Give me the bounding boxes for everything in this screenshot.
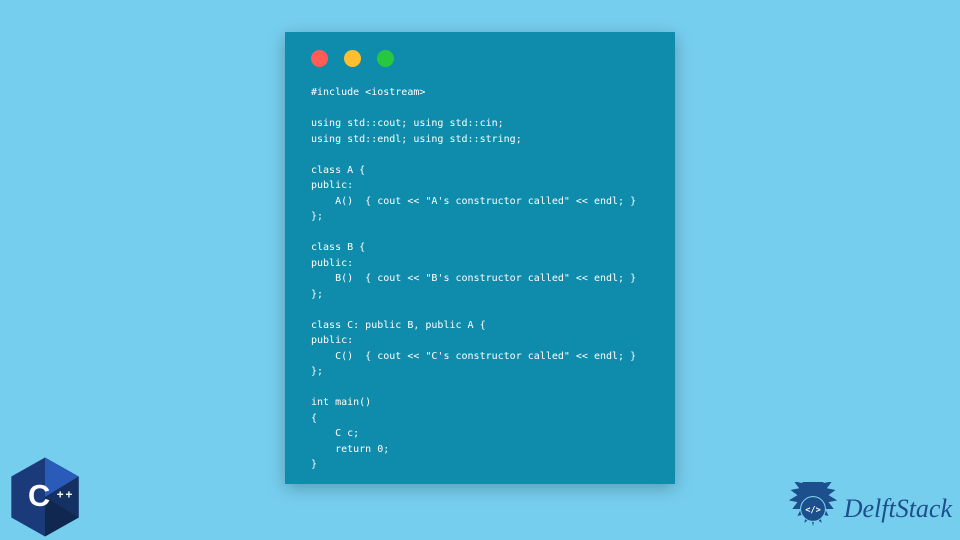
svg-text:C: C <box>28 478 50 513</box>
delftstack-badge-icon: </> <box>786 482 840 536</box>
svg-text:</>: </> <box>805 505 821 515</box>
svg-text:+: + <box>66 488 73 501</box>
cpp-logo-icon: C + + <box>8 456 82 538</box>
close-icon <box>311 50 328 67</box>
delftstack-logo: </> DelftStack <box>786 482 952 536</box>
svg-text:+: + <box>57 488 64 501</box>
minimize-icon <box>344 50 361 67</box>
traffic-lights <box>285 32 675 77</box>
code-block: #include <iostream> using std::cout; usi… <box>285 77 675 493</box>
fullscreen-icon <box>377 50 394 67</box>
delftstack-text: DelftStack <box>844 494 952 524</box>
code-window: #include <iostream> using std::cout; usi… <box>285 32 675 484</box>
